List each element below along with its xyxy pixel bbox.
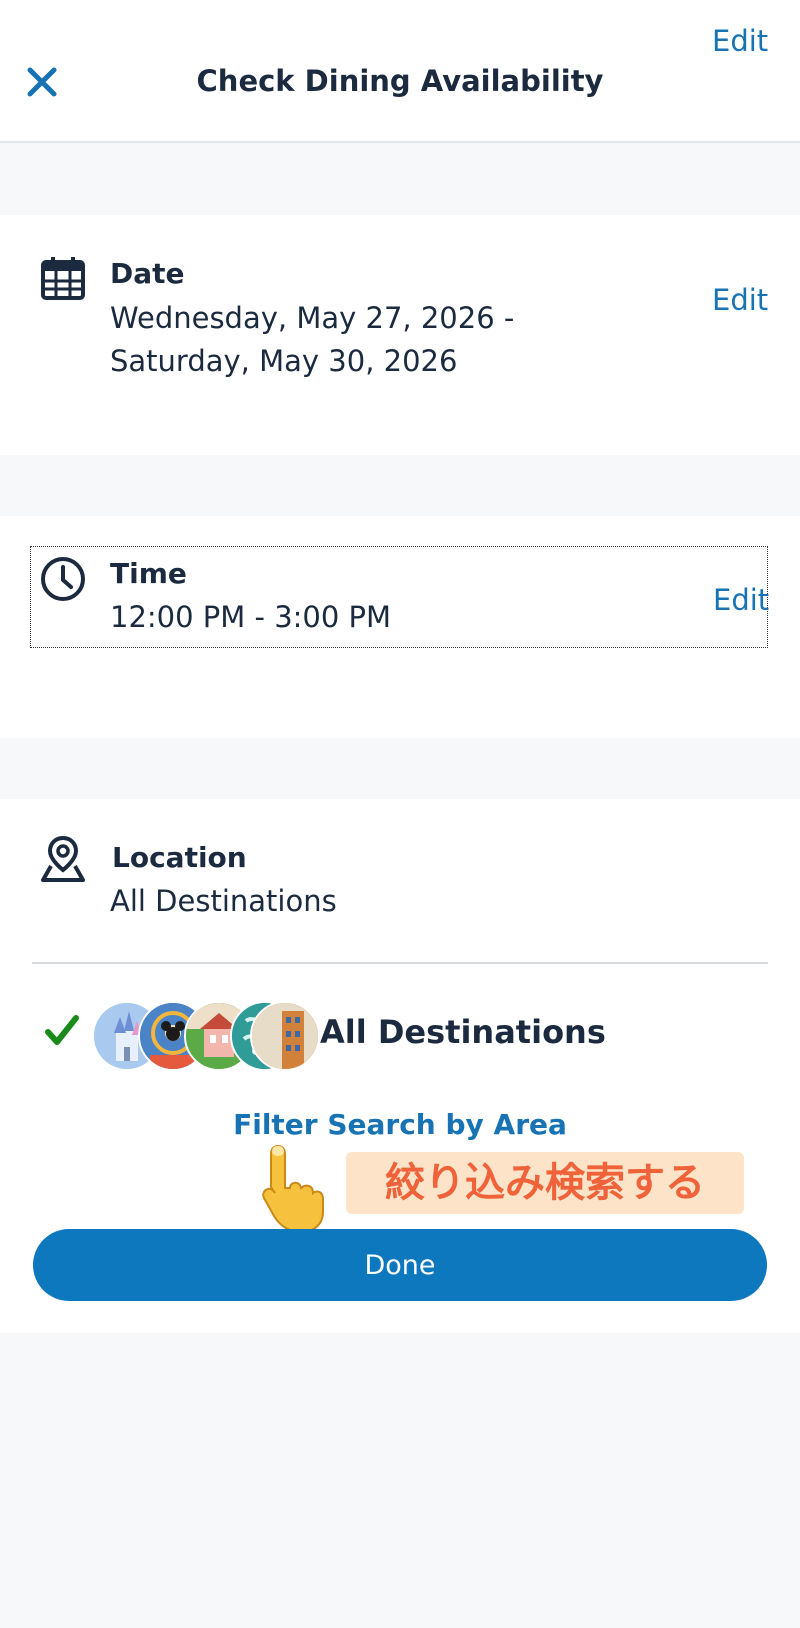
date-value-end: Saturday, May 30, 2026 bbox=[110, 344, 458, 378]
header-edit-link[interactable]: Edit bbox=[712, 24, 768, 58]
annotation-label: 絞り込み検索する bbox=[346, 1152, 744, 1214]
date-value-start: Wednesday, May 27, 2026 - bbox=[110, 301, 515, 335]
clock-icon bbox=[39, 555, 87, 607]
destination-option-label: All Destinations bbox=[320, 1013, 606, 1051]
done-button[interactable]: Done bbox=[33, 1229, 767, 1301]
location-divider bbox=[32, 962, 768, 964]
destination-option-all[interactable]: All Destinations bbox=[32, 985, 768, 1089]
header-bar: Check Dining Availability Edit bbox=[0, 0, 800, 143]
calendar-icon bbox=[40, 255, 86, 305]
page-title: Check Dining Availability bbox=[196, 64, 604, 98]
location-value: All Destinations bbox=[110, 884, 337, 918]
time-value: 12:00 PM - 3:00 PM bbox=[110, 600, 392, 634]
date-edit-link[interactable]: Edit bbox=[712, 283, 768, 317]
time-edit-link[interactable]: Edit bbox=[713, 583, 769, 617]
checkmark-icon bbox=[44, 1013, 80, 1053]
pointing-hand-icon bbox=[256, 1142, 336, 1234]
date-label: Date bbox=[110, 257, 185, 290]
time-row[interactable]: Time 12:00 PM - 3:00 PM Edit bbox=[30, 546, 769, 648]
time-label: Time bbox=[110, 557, 187, 590]
location-label: Location bbox=[112, 841, 247, 874]
filter-search-by-area-link[interactable]: Filter Search by Area bbox=[0, 1108, 800, 1141]
location-map-icon bbox=[38, 834, 88, 888]
date-card: Date Wednesday, May 27, 2026 - Saturday,… bbox=[0, 215, 800, 455]
disney-springs-icon bbox=[250, 1001, 320, 1071]
